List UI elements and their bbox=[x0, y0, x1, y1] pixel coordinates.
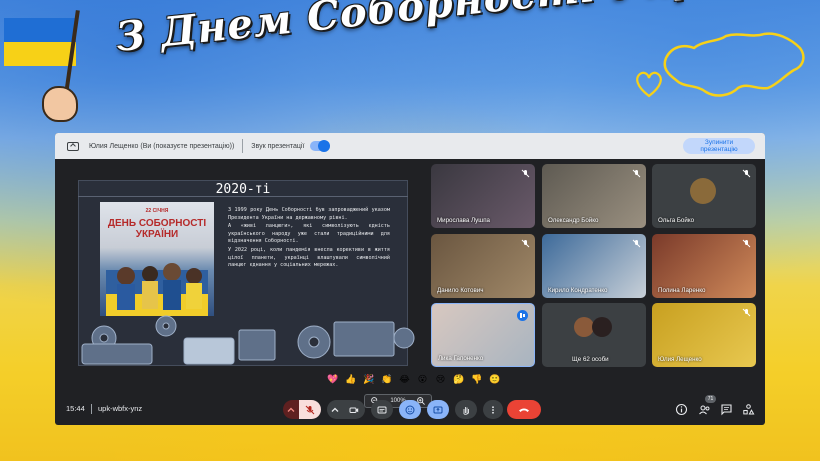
audio-options-button[interactable] bbox=[283, 400, 299, 419]
participant-count-badge: 71 bbox=[705, 395, 716, 403]
mic-toggle-button[interactable] bbox=[299, 400, 321, 419]
participant-name: Олександр Бойко bbox=[548, 217, 599, 224]
reactions-bar: 💖 👍 🎉 👏 😂 😮 😢 🤔 👎 🙂 bbox=[327, 374, 500, 388]
presenter-label: Юлия Лещенко (Ви (показуєте презентацію)… bbox=[89, 142, 235, 150]
participant-tile[interactable]: Мирослава Лушпа bbox=[431, 164, 535, 228]
hand-icon bbox=[463, 406, 469, 415]
mic-off-icon bbox=[521, 239, 530, 248]
more-participants-tile[interactable]: Ще 62 особи bbox=[542, 303, 646, 367]
ukraine-map-icon bbox=[663, 32, 805, 97]
poster-date: 22 СІЧНЯ bbox=[145, 208, 169, 214]
camera-toggle-button[interactable] bbox=[343, 400, 365, 419]
reaction-button[interactable]: 🙂 bbox=[489, 374, 500, 388]
participant-tile[interactable]: Кирило Кондратенко bbox=[542, 234, 646, 298]
participant-tile[interactable]: Полина Ларенко bbox=[652, 234, 756, 298]
more-participants-label: Ще 62 особи bbox=[572, 356, 609, 363]
slide-paragraph: У 2022 році, коли пандемія внесла корект… bbox=[228, 246, 390, 269]
mic-off-icon bbox=[742, 308, 751, 317]
participant-name: Данило Котович bbox=[437, 287, 484, 294]
more-options-button[interactable] bbox=[483, 400, 503, 419]
avatar bbox=[574, 317, 594, 337]
slide-paragraph: А «живі ланцюги», які символізують єдніс… bbox=[228, 223, 390, 245]
captions-icon bbox=[377, 406, 387, 413]
meeting-code: upk-wbfx-ynz bbox=[98, 404, 143, 413]
meeting-toolbar: 15:44 upk-wbfx-ynz 71 bbox=[55, 395, 765, 425]
chat-icon[interactable] bbox=[720, 403, 733, 416]
people-icon[interactable] bbox=[698, 403, 711, 416]
video-options-button[interactable] bbox=[327, 400, 343, 419]
leave-call-button[interactable] bbox=[507, 400, 541, 419]
cinema-decoration bbox=[81, 315, 415, 365]
avatar bbox=[690, 178, 716, 204]
raise-hand-button[interactable] bbox=[455, 400, 477, 419]
shared-slide: 2020-ті 22 СІЧНЯ ДЕНЬ СОБОРНОСТІ УКРАЇНИ… bbox=[78, 180, 432, 408]
reaction-button[interactable]: 💖 bbox=[327, 374, 338, 388]
participant-name: Юлия Лещенко bbox=[658, 356, 702, 363]
crowd-with-flags-image bbox=[106, 263, 208, 316]
slide-title: 2020-ті bbox=[215, 182, 271, 197]
participant-name: Полина Ларенко bbox=[658, 287, 706, 294]
mic-off-icon bbox=[305, 405, 315, 414]
presentation-sound-toggle[interactable] bbox=[310, 140, 331, 152]
participant-tile[interactable]: Ольга Бойко bbox=[652, 164, 756, 228]
participant-tile[interactable]: Олександр Бойко bbox=[542, 164, 646, 228]
emoji-icon bbox=[405, 405, 415, 414]
hand-icon bbox=[42, 86, 78, 122]
sound-label: Звук презентації bbox=[251, 142, 305, 150]
participant-name: Лика Гапоненко bbox=[438, 355, 484, 362]
divider bbox=[91, 404, 92, 414]
chevron-up-icon bbox=[287, 407, 295, 412]
poster-title: ДЕНЬ СОБОРНОСТІ УКРАЇНИ bbox=[107, 218, 207, 240]
slide-body-text: З 1999 року День Соборності був запровад… bbox=[228, 207, 390, 271]
reaction-button[interactable]: 👍 bbox=[345, 374, 356, 388]
participant-tile[interactable]: Юлия Лещенко bbox=[652, 303, 756, 367]
mic-off-icon bbox=[632, 169, 641, 178]
mic-off-icon bbox=[521, 169, 530, 178]
captions-button[interactable] bbox=[371, 400, 393, 419]
stop-presenting-button[interactable]: Зупинити презентацію bbox=[683, 138, 755, 154]
activities-icon[interactable] bbox=[742, 403, 755, 416]
present-screen-icon bbox=[67, 141, 79, 151]
slide-poster: 22 СІЧНЯ ДЕНЬ СОБОРНОСТІ УКРАЇНИ bbox=[100, 202, 214, 316]
participant-tile[interactable]: Данило Котович bbox=[431, 234, 535, 298]
reaction-button[interactable]: 🎉 bbox=[363, 374, 374, 388]
reaction-button[interactable]: 😮 bbox=[417, 374, 428, 388]
present-screen-icon bbox=[433, 406, 443, 413]
present-now-button[interactable] bbox=[427, 400, 449, 419]
mic-off-icon bbox=[742, 239, 751, 248]
presentation-bar: Юлия Лещенко (Ви (показуєте презентацію)… bbox=[55, 133, 765, 159]
reaction-button[interactable]: 👎 bbox=[471, 374, 482, 388]
avatar bbox=[592, 317, 612, 337]
participant-tile-speaking[interactable]: Лика Гапоненко bbox=[431, 303, 535, 367]
camera-icon bbox=[349, 407, 359, 413]
meet-window: Юлия Лещенко (Ви (показуєте презентацію)… bbox=[55, 133, 765, 425]
info-icon[interactable] bbox=[675, 403, 688, 416]
reaction-button[interactable]: 😂 bbox=[399, 374, 410, 388]
mic-off-icon bbox=[632, 239, 641, 248]
reaction-button[interactable]: 👏 bbox=[381, 374, 392, 388]
chevron-up-icon bbox=[331, 407, 339, 412]
meeting-clock: 15:44 bbox=[66, 404, 85, 413]
reaction-button[interactable]: 😢 bbox=[435, 374, 446, 388]
participant-name: Кирило Кондратенко bbox=[548, 287, 608, 294]
more-vert-icon bbox=[492, 405, 494, 414]
participant-name: Ольга Бойко bbox=[658, 217, 695, 224]
reaction-button[interactable]: 🤔 bbox=[453, 374, 464, 388]
divider bbox=[242, 139, 244, 153]
participant-name: Мирослава Лушпа bbox=[437, 217, 490, 224]
mic-off-icon bbox=[742, 169, 751, 178]
slide-paragraph: З 1999 року День Соборності був запровад… bbox=[228, 207, 390, 221]
reactions-button[interactable] bbox=[399, 400, 421, 419]
hang-up-icon bbox=[519, 408, 529, 412]
speaking-indicator-icon bbox=[517, 310, 528, 321]
